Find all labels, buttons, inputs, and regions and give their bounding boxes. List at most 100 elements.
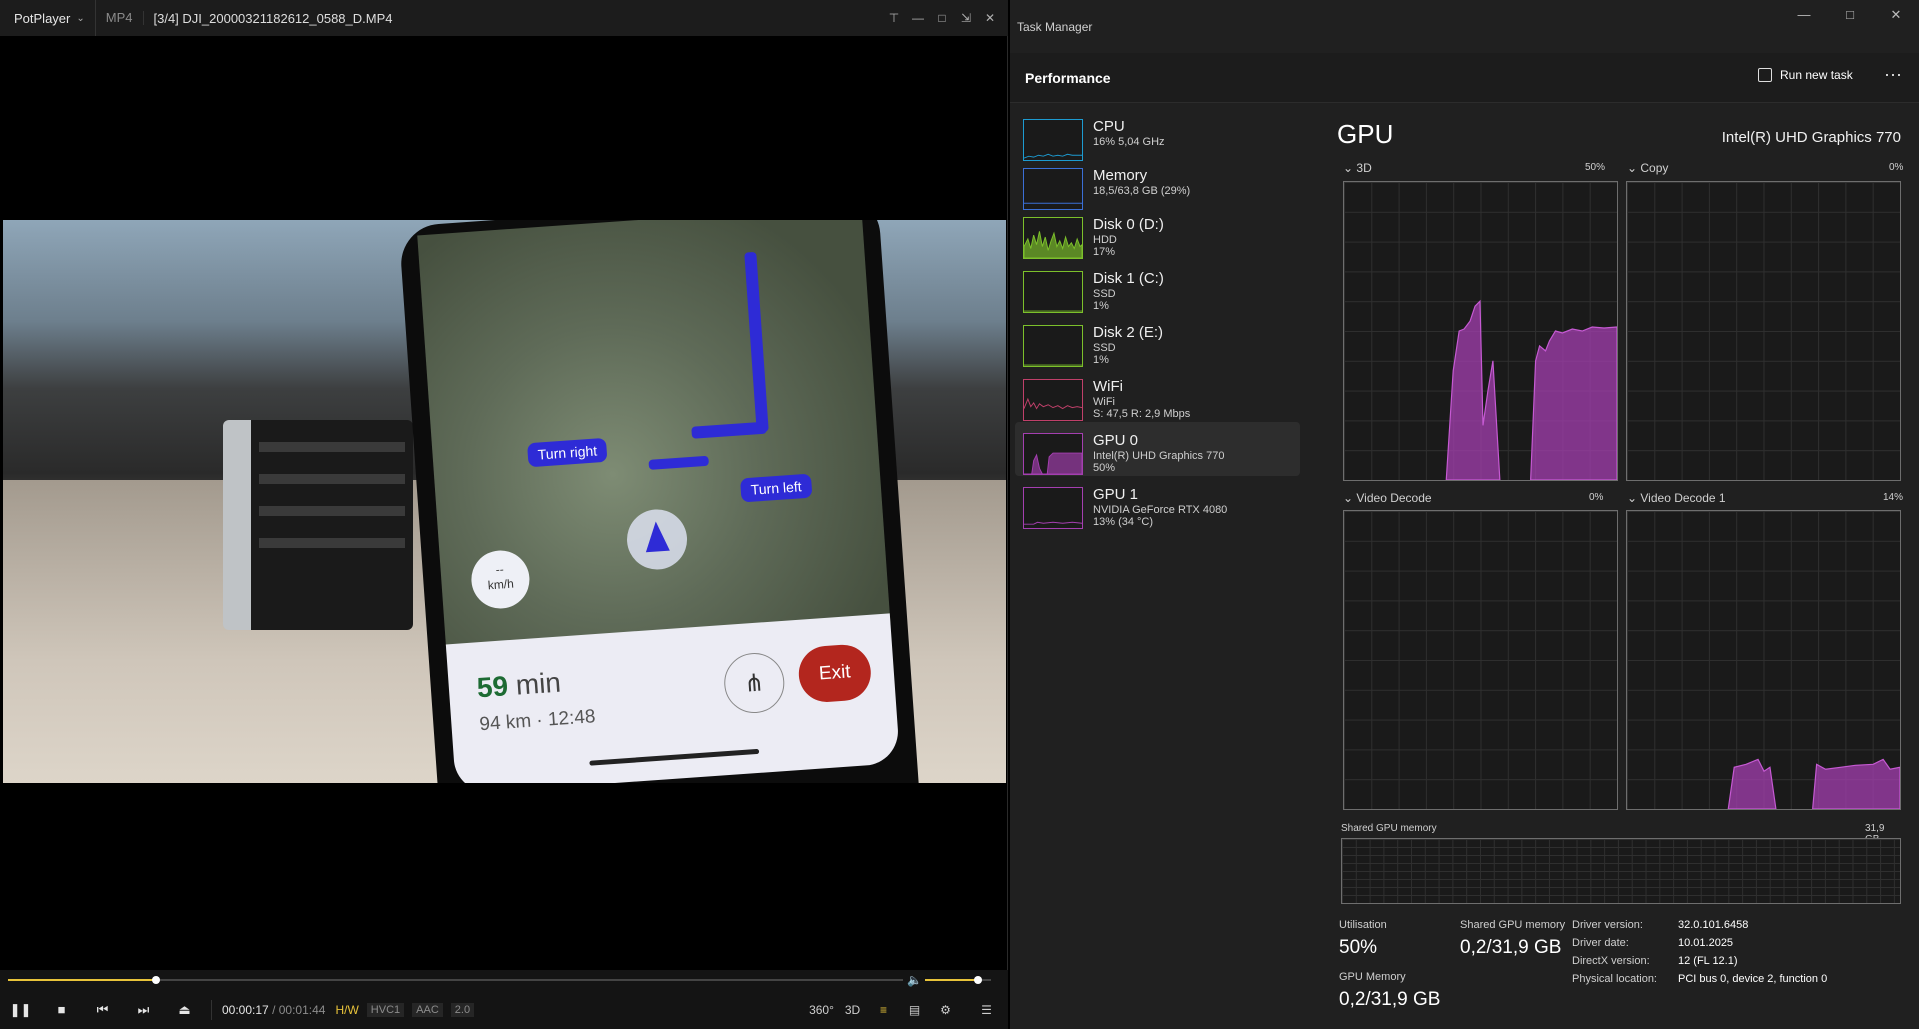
- fullscreen-button[interactable]: ⇲: [954, 11, 978, 25]
- sidebar-thumbnail-graph: [1023, 487, 1083, 529]
- sidebar-item-name: Disk 1 (C:): [1093, 270, 1164, 287]
- graph-video-decode: [1343, 510, 1618, 810]
- sidebar-item-detail: WiFi: [1093, 396, 1115, 408]
- previous-button[interactable]: ⏮: [82, 1002, 123, 1018]
- video-frame[interactable]: Turn right Turn left -- km/h 59 min 94 k…: [3, 220, 1006, 783]
- sidebar-item-detail: 18,5/63,8 GB (29%): [1093, 185, 1191, 197]
- graph-video-decode-1-pct: 14%: [1883, 492, 1904, 503]
- hw-decode-badge[interactable]: H/W: [335, 1003, 358, 1017]
- right-controls: 360° 3D ≡ ▤ ⚙ ☰: [806, 990, 1002, 1029]
- gpu-memory-value: 0,2/31,9 GB: [1339, 989, 1441, 1010]
- run-task-icon: [1758, 68, 1772, 82]
- eta-detail: 94 km · 12:48: [478, 706, 597, 736]
- more-options-icon[interactable]: ⋯: [1884, 65, 1903, 86]
- app-name: PotPlayer: [14, 10, 71, 26]
- phone-in-video: Turn right Turn left -- km/h 59 min 94 k…: [398, 220, 931, 783]
- potplayer-titlebar: PotPlayer ⌄ MP4 [3/4] DJI_20000321182612…: [0, 0, 1008, 36]
- sidebar-item-disk-2-e[interactable]: Disk 2 (E:) SSD 1%: [1010, 314, 1300, 368]
- stop-button[interactable]: ■: [41, 1002, 82, 1017]
- playback-controls: ❚❚ ■ ⏮ ⏭ ⏏ 00:00:17 / 00:01:44 H/W HVC1 …: [0, 990, 1008, 1029]
- seek-bar[interactable]: [8, 976, 903, 984]
- time-total: 00:01:44: [278, 1002, 326, 1017]
- performance-header: Performance Run new task ⋯: [1010, 53, 1919, 103]
- sidebar-item-name: Disk 0 (D:): [1093, 216, 1164, 233]
- driver-date-key: Driver date:: [1572, 937, 1629, 949]
- close-button[interactable]: ✕: [1873, 0, 1919, 30]
- sidebar-item-detail: S: 47,5 R: 2,9 Mbps: [1093, 408, 1191, 420]
- sidebar-item-gpu-0[interactable]: GPU 0 Intel(R) UHD Graphics 770 50%: [1015, 422, 1300, 476]
- format-label: MP4: [96, 11, 144, 25]
- task-manager-window: Task Manager — □ ✕ Performance Run new t…: [1010, 0, 1919, 1029]
- gpu-model: Intel(R) UHD Graphics 770: [1721, 129, 1901, 146]
- window-controls: — □ ✕: [1781, 0, 1919, 30]
- graph-video-decode-selector[interactable]: ⌄ Video Decode: [1343, 491, 1432, 505]
- performance-sidebar: CPU 16% 5,04 GHz Memory 18,5/63,8 GB (29%) D…: [1010, 108, 1300, 530]
- playlist-search-icon[interactable]: ≡: [868, 1003, 899, 1017]
- task-manager-titlebar: Task Manager — □ ✕: [1010, 0, 1919, 53]
- sidebar-item-detail: SSD: [1093, 288, 1116, 300]
- chevron-down-icon: ⌄: [76, 12, 85, 24]
- air-vent: [223, 420, 413, 630]
- graph-copy-selector[interactable]: ⌄ Copy: [1627, 161, 1668, 175]
- sidebar-item-gpu-1[interactable]: GPU 1 NVIDIA GeForce RTX 4080 13% (34 °C): [1010, 476, 1300, 530]
- next-button[interactable]: ⏭: [123, 1002, 164, 1018]
- settings-gear-icon[interactable]: ⚙: [930, 1003, 961, 1017]
- subtitle-icon[interactable]: ▤: [899, 1003, 930, 1017]
- sidebar-item-detail: 13% (34 °C): [1093, 516, 1154, 528]
- sidebar-item-wifi[interactable]: WiFi WiFi S: 47,5 R: 2,9 Mbps: [1010, 368, 1300, 422]
- vr-360-button[interactable]: 360°: [806, 1003, 837, 1017]
- physical-location-key: Physical location:: [1572, 973, 1657, 985]
- sidebar-item-name: GPU 0: [1093, 432, 1139, 449]
- sidebar-item-memory[interactable]: Memory 18,5/63,8 GB (29%): [1010, 157, 1300, 210]
- eta-time: 59 min: [475, 666, 562, 704]
- menu-icon[interactable]: ☰: [971, 1003, 1002, 1017]
- sidebar-thumbnail-graph: [1023, 217, 1083, 259]
- speed-indicator: -- km/h: [469, 548, 532, 611]
- video-codec-badge[interactable]: HVC1: [366, 1002, 405, 1017]
- minimize-button[interactable]: —: [1781, 0, 1827, 30]
- sidebar-item-detail: 50%: [1093, 462, 1116, 474]
- graph-video-decode-pct: 0%: [1589, 492, 1604, 503]
- seek-thumb[interactable]: [151, 976, 160, 984]
- map-view: Turn right Turn left -- km/h: [417, 220, 891, 655]
- pause-button[interactable]: ❚❚: [0, 1002, 41, 1018]
- 3d-button[interactable]: 3D: [837, 1003, 868, 1017]
- sidebar-item-disk-0-d[interactable]: Disk 0 (D:) HDD 17%: [1010, 206, 1300, 260]
- graph-copy: [1626, 181, 1901, 481]
- potplayer-window: PotPlayer ⌄ MP4 [3/4] DJI_20000321182612…: [0, 0, 1008, 1029]
- close-button[interactable]: ✕: [978, 11, 1002, 25]
- sidebar-item-detail: 16% 5,04 GHz: [1093, 136, 1165, 148]
- graph-video-decode-1: [1626, 510, 1901, 810]
- pin-icon[interactable]: ⊤: [882, 11, 906, 25]
- volume-thumb[interactable]: [973, 976, 982, 984]
- volume-icon[interactable]: 🔈: [907, 973, 922, 987]
- home-indicator: [589, 748, 760, 766]
- shared-gpu-memory-value: 0,2/31,9 GB: [1460, 937, 1562, 958]
- window-title: Task Manager: [1017, 20, 1093, 34]
- maximize-button[interactable]: □: [1827, 0, 1873, 30]
- graph-video-decode-1-selector[interactable]: ⌄ Video Decode 1: [1627, 491, 1726, 505]
- minimize-button[interactable]: —: [906, 11, 930, 25]
- sidebar-item-detail: 1%: [1093, 354, 1109, 366]
- physical-location-value: PCI bus 0, device 2, function 0: [1678, 973, 1828, 985]
- sidebar-item-cpu[interactable]: CPU 16% 5,04 GHz: [1010, 108, 1300, 161]
- graph-3d-selector[interactable]: ⌄ 3D: [1343, 161, 1372, 175]
- seek-bar-area: 🔈: [0, 970, 1008, 990]
- eject-button[interactable]: ⏏: [164, 1002, 205, 1018]
- gpu-memory-label: GPU Memory: [1339, 971, 1406, 983]
- run-new-task-button[interactable]: Run new task: [1758, 68, 1853, 82]
- volume-slider[interactable]: [925, 976, 991, 984]
- audio-codec-badge[interactable]: AAC: [412, 1002, 443, 1017]
- alternate-routes-icon: ⋔: [722, 651, 787, 716]
- potplayer-menu-button[interactable]: PotPlayer ⌄: [0, 0, 96, 36]
- gpu-heading: GPU: [1337, 119, 1394, 149]
- sidebar-item-disk-1-c[interactable]: Disk 1 (C:) SSD 1%: [1010, 260, 1300, 314]
- sidebar-item-name: Memory: [1093, 167, 1148, 184]
- channels-badge[interactable]: 2.0: [450, 1002, 475, 1017]
- turn-left-chip: Turn left: [739, 473, 813, 503]
- shared-gpu-memory-label: Shared GPU memory: [1460, 919, 1566, 931]
- time-current: 00:00:17: [222, 1002, 269, 1017]
- seek-progress-fill: [8, 979, 156, 981]
- maximize-button[interactable]: □: [930, 11, 954, 25]
- sidebar-thumbnail-graph: [1023, 168, 1083, 210]
